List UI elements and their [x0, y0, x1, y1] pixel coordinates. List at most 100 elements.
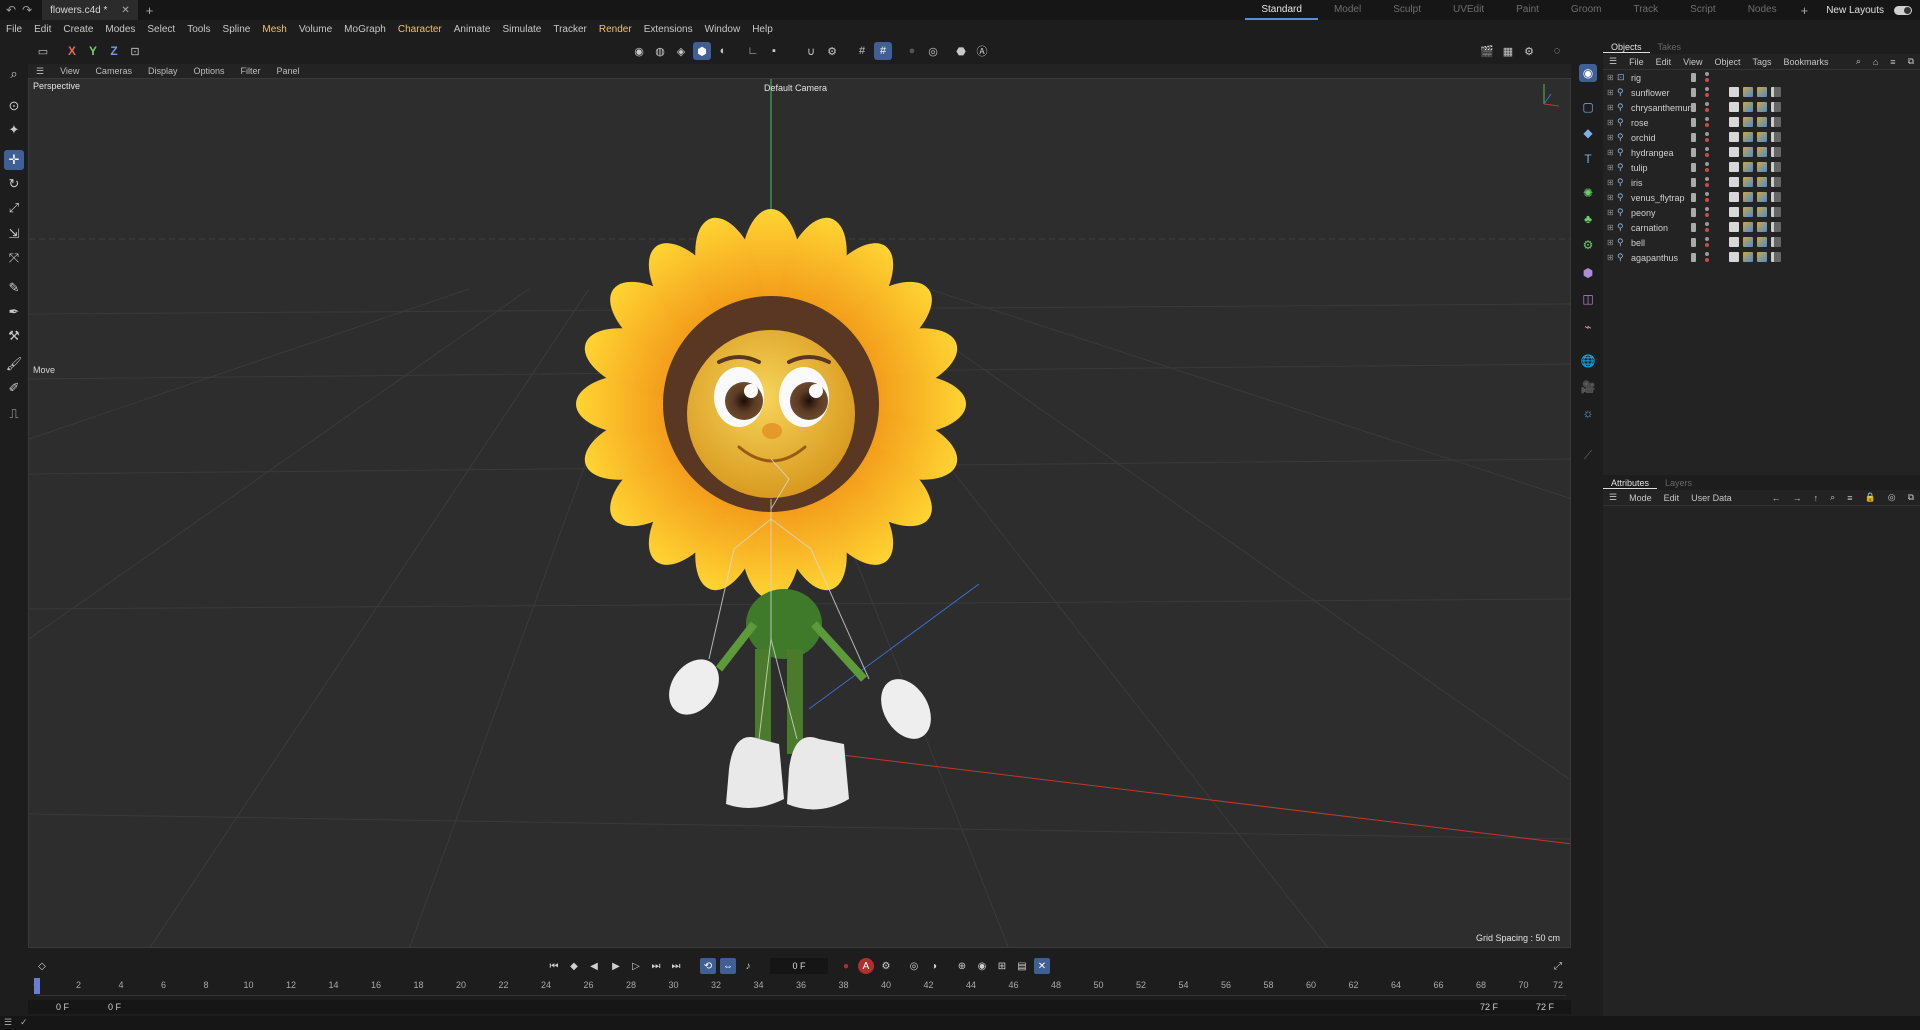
selection-tag-icon[interactable] [1771, 237, 1781, 247]
search-icon[interactable]: ⌕ [4, 64, 24, 84]
render-view-icon[interactable]: 🎬 [1478, 42, 1496, 60]
axis-mode-icon[interactable]: ∟ [744, 42, 762, 60]
model-mode-icon[interactable]: ⬢ [693, 42, 711, 60]
layout-script[interactable]: Script [1674, 0, 1732, 20]
visibility-flag[interactable] [1691, 133, 1696, 142]
layout-sculpt[interactable]: Sculpt [1377, 0, 1437, 20]
object-row-hydrangea[interactable]: ⊞ ⚲ hydrangea [1603, 145, 1920, 160]
key-auto-icon[interactable]: ✕ [1034, 958, 1050, 974]
range-bar[interactable]: 0 F 0 F 72 F 72 F [28, 1000, 1571, 1014]
viewport-menu-panel[interactable]: Panel [269, 66, 308, 76]
material-tag-icon[interactable] [1743, 177, 1753, 187]
polygons-mode-icon[interactable]: ◈ [672, 42, 690, 60]
menu-help[interactable]: Help [746, 24, 779, 35]
render-dots[interactable] [1705, 237, 1709, 247]
key-param-icon[interactable]: ◉ [974, 958, 990, 974]
loop-icon[interactable]: ⟲ [700, 958, 716, 974]
selection-tag-icon[interactable] [1771, 207, 1781, 217]
points-mode-icon[interactable]: ◉ [630, 42, 648, 60]
material-tag-icon[interactable] [1743, 237, 1753, 247]
status-menu-icon[interactable]: ☰ [4, 1017, 12, 1028]
sculpt-tool-icon[interactable]: ⚒ [4, 326, 24, 346]
object-axis-icon[interactable]: ▪ [765, 42, 783, 60]
objects-hamburger-icon[interactable]: ☰ [1603, 56, 1623, 67]
selection-tag-icon[interactable] [1771, 117, 1781, 127]
knife-tool-icon[interactable]: ✎ [4, 278, 24, 298]
theme-toggle[interactable] [1894, 5, 1912, 15]
lock-tag-icon[interactable] [1729, 207, 1739, 217]
interactive-render-icon[interactable]: ◌ [1548, 42, 1566, 60]
time-ruler[interactable]: 0 2 4 6 8 10 12 14 16 18 20 22 24 26 28 … [33, 980, 1566, 996]
lock-tag-icon[interactable] [1729, 132, 1739, 142]
add-layout-icon[interactable]: + [1801, 3, 1809, 18]
sound-icon[interactable]: ♪ [740, 958, 756, 974]
render-dots[interactable] [1705, 222, 1709, 232]
pen-tool-icon[interactable]: ✒ [4, 302, 24, 322]
visibility-flag[interactable] [1691, 88, 1696, 97]
menu-mesh[interactable]: Mesh [256, 24, 292, 35]
object-row-rose[interactable]: ⊞ ⚲ rose [1603, 115, 1920, 130]
material-tag-icon[interactable] [1757, 177, 1767, 187]
attributes-lock-icon[interactable]: 🔒 [1858, 492, 1881, 503]
rotate-tool-icon[interactable]: ↻ [4, 174, 24, 194]
lock-tag-icon[interactable] [1729, 177, 1739, 187]
material-tag-icon[interactable] [1757, 87, 1767, 97]
cube-outline-icon[interactable]: ▢ [1579, 98, 1597, 116]
spline-pen-icon[interactable]: ✐ [4, 378, 24, 398]
go-to-end-icon[interactable]: ⏭ [668, 958, 684, 974]
objects-menu-tags[interactable]: Tags [1746, 57, 1777, 67]
expand-icon[interactable]: ⊞ [1607, 238, 1617, 247]
material-tag-icon[interactable] [1757, 237, 1767, 247]
measure-tool-icon[interactable]: ⎍ [4, 404, 24, 424]
expand-icon[interactable]: ⊞ [1607, 103, 1617, 112]
attributes-menu-user-data[interactable]: User Data [1685, 493, 1738, 503]
layout-track[interactable]: Track [1617, 0, 1674, 20]
lock-tag-icon[interactable] [1729, 162, 1739, 172]
lock-tag-icon[interactable] [1729, 147, 1739, 157]
objects-popout-icon[interactable]: ⧉ [1902, 56, 1920, 67]
layout-model[interactable]: Model [1318, 0, 1377, 20]
tab-objects[interactable]: Objects [1603, 42, 1650, 53]
expand-icon[interactable]: ⊞ [1607, 118, 1617, 127]
objects-home-icon[interactable]: ⌂ [1867, 57, 1884, 67]
render-picture-viewer-icon[interactable]: ▦ [1499, 42, 1517, 60]
render-dots[interactable] [1705, 207, 1709, 217]
object-row-sunflower[interactable]: ⊞ ⚲ sunflower [1603, 85, 1920, 100]
visibility-flag[interactable] [1691, 103, 1696, 112]
expand-icon[interactable]: ⊞ [1607, 163, 1617, 172]
selection-tag-icon[interactable] [1771, 147, 1781, 157]
material-tag-icon[interactable] [1743, 222, 1753, 232]
layout-groom[interactable]: Groom [1555, 0, 1618, 20]
render-dots[interactable] [1705, 102, 1709, 112]
light-icon[interactable]: ☼ [1579, 404, 1597, 422]
cloner-icon[interactable]: ♣ [1579, 210, 1597, 228]
object-row-orchid[interactable]: ⊞ ⚲ orchid [1603, 130, 1920, 145]
expand-icon[interactable]: ⊞ [1607, 193, 1617, 202]
object-row-chrysanthemum[interactable]: ⊞ ⚲ chrysanthemum [1603, 100, 1920, 115]
visibility-flag[interactable] [1691, 193, 1696, 202]
lock-icon[interactable]: ⬣ [952, 42, 970, 60]
new-layouts-button[interactable]: New Layouts [1826, 5, 1884, 16]
grid-snap-icon[interactable]: # [874, 42, 892, 60]
expand-icon[interactable]: ⊞ [1607, 133, 1617, 142]
tab-attributes[interactable]: Attributes [1603, 478, 1658, 489]
move-tool-icon[interactable]: ✛ [4, 150, 24, 170]
snap-icon[interactable]: ∪ [802, 42, 820, 60]
visibility-flag[interactable] [1691, 178, 1696, 187]
coordinate-system-icon[interactable]: ⊡ [126, 42, 144, 60]
edges-mode-icon[interactable]: ◍ [651, 42, 669, 60]
material-tag-icon[interactable] [1743, 117, 1753, 127]
object-row-bell[interactable]: ⊞ ⚲ bell [1603, 235, 1920, 250]
selection-tag-icon[interactable] [1771, 177, 1781, 187]
texture-mode-icon[interactable]: ◐ [714, 42, 732, 60]
attributes-filter-icon[interactable]: ≡ [1841, 493, 1858, 503]
live-selection-icon[interactable]: ✦ [4, 120, 24, 140]
material-tag-icon[interactable] [1743, 207, 1753, 217]
back-arrow-icon[interactable]: ← [1766, 493, 1787, 503]
menu-create[interactable]: Create [57, 24, 99, 35]
viewport-menu-display[interactable]: Display [140, 66, 186, 76]
attributes-search-icon[interactable]: ⌕ [1824, 492, 1841, 503]
viewport-hamburger-icon[interactable]: ☰ [28, 66, 52, 77]
field-icon[interactable]: ◫ [1579, 290, 1597, 308]
expand-icon[interactable]: ⊞ [1607, 253, 1617, 262]
